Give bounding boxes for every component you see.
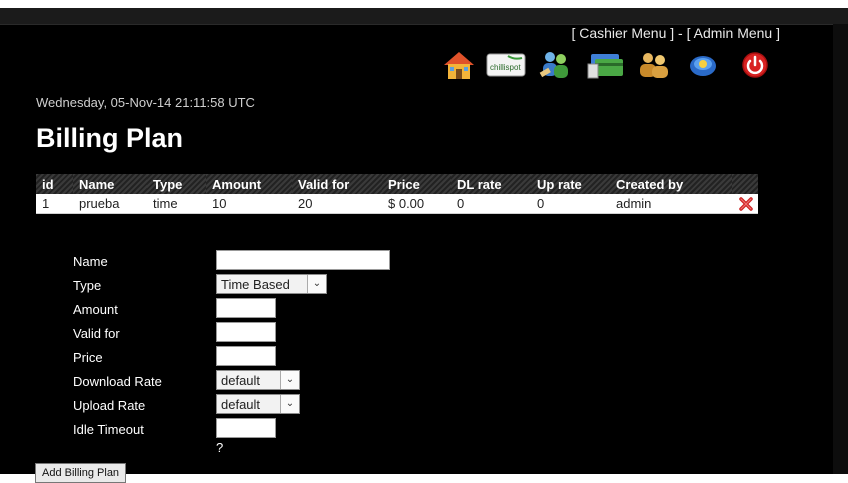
top-strip [0,8,848,25]
power-logout-icon[interactable] [738,48,772,82]
column-header-valid-for: Valid for [292,174,382,194]
cell-actions [732,194,758,214]
upload-rate-selected-value: default [221,397,261,412]
app-window: [ Cashier Menu ] - [ Admin Menu ] chilli… [0,8,848,483]
cell-valid-for: 20 [292,194,382,214]
download-rate-label: Download Rate [73,374,162,389]
type-select[interactable]: Time Based ⌄ [216,274,327,294]
chillispot-logo[interactable]: chillispot [486,48,526,82]
bracket-close: ] [670,25,675,41]
idle-timeout-help[interactable]: ? [216,440,223,455]
cell-amount: 10 [206,194,292,214]
valid-for-input[interactable] [216,322,276,342]
home-icon[interactable] [442,48,476,82]
upload-rate-select[interactable]: default ⌄ [216,394,300,414]
chevron-down-icon: ⌄ [280,371,299,389]
column-header-amount: Amount [206,174,292,194]
cell-price: $ 0.00 [382,194,451,214]
column-header-actions [732,174,758,194]
table-header-row: id Name Type Amount Valid for Price DL r… [36,174,758,194]
bracket-close: ] [776,25,780,41]
cell-id: 1 [36,194,73,214]
amount-input[interactable] [216,298,276,318]
download-rate-selected-value: default [221,373,261,388]
column-header-id: id [36,174,73,194]
price-input[interactable] [216,346,276,366]
column-header-type: Type [147,174,206,194]
right-edge-panel [833,24,848,474]
delete-icon[interactable] [738,196,754,212]
billing-plan-table: id Name Type Amount Valid for Price DL r… [36,174,758,214]
cell-type: time [147,194,206,214]
header-menu-links: [ Cashier Menu ] - [ Admin Menu ] [571,25,780,41]
cell-up-rate: 0 [531,194,610,214]
users-icon[interactable] [538,48,572,82]
column-header-created-by: Created by [610,174,732,194]
server-datetime: Wednesday, 05-Nov-14 21:11:58 UTC [36,95,255,110]
chevron-down-icon: ⌄ [280,395,299,413]
cashier-menu-link[interactable]: Cashier Menu [579,25,666,41]
svg-text:chillispot: chillispot [490,63,521,72]
cell-dl-rate: 0 [451,194,531,214]
amount-label: Amount [73,302,118,317]
idle-timeout-label: Idle Timeout [73,422,144,437]
column-header-name: Name [73,174,147,194]
add-billing-plan-button[interactable]: Add Billing Plan [35,463,127,483]
cell-name: prueba [73,194,147,214]
cell-created-by: admin [610,194,732,214]
type-selected-value: Time Based [221,277,290,292]
bracket-open: [ [686,25,691,41]
table-row: 1 prueba time 10 20 $ 0.00 0 0 admin [36,194,758,214]
upload-rate-label: Upload Rate [73,398,146,413]
download-rate-select[interactable]: default ⌄ [216,370,300,390]
price-label: Price [73,350,103,365]
bracket-open: [ [571,25,576,41]
name-label: Name [73,254,108,269]
page-title: Billing Plan [36,123,184,153]
user-group-icon[interactable] [635,48,673,82]
column-header-price: Price [382,174,451,194]
billing-cards-icon[interactable] [587,48,625,82]
admin-menu-link[interactable]: Admin Menu [694,25,773,41]
name-input[interactable] [216,250,390,270]
column-header-up-rate: Up rate [531,174,610,194]
column-header-dl-rate: DL rate [451,174,531,194]
menu-separator: - [678,25,683,41]
chevron-down-icon: ⌄ [307,275,326,293]
network-status-icon[interactable] [686,48,720,82]
valid-for-label: Valid for [73,326,120,341]
idle-timeout-input[interactable] [216,418,276,438]
type-label: Type [73,278,102,293]
